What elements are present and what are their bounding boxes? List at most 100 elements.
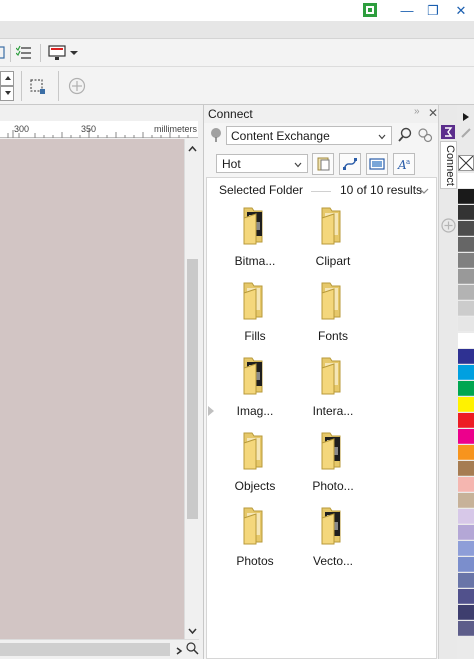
- zoom-icon[interactable]: [186, 642, 199, 656]
- color-swatch[interactable]: [458, 301, 474, 316]
- folder-label: Fonts: [317, 329, 348, 343]
- no-color-swatch[interactable]: [458, 155, 474, 171]
- color-swatch[interactable]: [458, 477, 474, 492]
- color-swatch[interactable]: [458, 589, 474, 604]
- folder-item[interactable]: Vecto...: [293, 506, 373, 576]
- image-filter-button[interactable]: [366, 153, 388, 175]
- tab-connect[interactable]: Connect: [440, 141, 457, 189]
- spin-down-button[interactable]: [0, 86, 14, 101]
- color-swatch[interactable]: [458, 525, 474, 540]
- folder-item[interactable]: Photo...: [293, 431, 373, 501]
- color-swatch[interactable]: [458, 621, 474, 636]
- color-swatch[interactable]: [458, 349, 474, 364]
- document-tab-area: [0, 105, 203, 121]
- docker-title: Connect: [208, 107, 253, 121]
- color-swatch[interactable]: [458, 221, 474, 236]
- color-swatch[interactable]: [458, 493, 474, 508]
- color-swatch[interactable]: [458, 189, 474, 204]
- color-swatch[interactable]: [458, 397, 474, 412]
- vector-filter-button[interactable]: [339, 153, 361, 175]
- horizontal-scrollbar[interactable]: [0, 639, 199, 659]
- scroll-up-icon[interactable]: [187, 143, 198, 153]
- folder-item[interactable]: Bitma...: [215, 206, 295, 276]
- folder-item[interactable]: Clipart: [293, 206, 373, 276]
- color-swatch[interactable]: [458, 285, 474, 300]
- docker-expand-icon[interactable]: »: [414, 106, 420, 117]
- color-swatch[interactable]: [458, 605, 474, 620]
- folder-label: Photo...: [312, 479, 354, 493]
- scroll-down-icon[interactable]: [187, 625, 198, 635]
- connect-docker: Connect ✕ » Content Exchange Hot Aa Sele…: [203, 105, 439, 659]
- add-icon[interactable]: [68, 77, 86, 95]
- color-swatch[interactable]: [458, 413, 474, 428]
- folder-item[interactable]: Fills: [215, 281, 295, 351]
- svg-text:a: a: [406, 158, 410, 166]
- font-icon: Aa: [397, 158, 410, 172]
- color-swatch[interactable]: [458, 509, 474, 524]
- launch-screen-icon[interactable]: [47, 44, 67, 62]
- color-swatch[interactable]: [458, 333, 474, 348]
- filter-dropdown[interactable]: Hot: [216, 154, 308, 173]
- color-swatch[interactable]: [458, 541, 474, 556]
- tray-button[interactable]: [312, 153, 334, 175]
- folder-item[interactable]: Objects: [215, 431, 295, 501]
- ruler-unit-label: millimeters: [154, 124, 198, 134]
- color-swatch[interactable]: [458, 461, 474, 476]
- color-swatch[interactable]: [458, 205, 474, 220]
- search-icon[interactable]: [397, 127, 413, 143]
- color-swatch[interactable]: [458, 429, 474, 444]
- folder-item[interactable]: Photos: [215, 506, 295, 576]
- folder-label: Objects: [234, 479, 276, 493]
- connect-tab-icon[interactable]: [441, 125, 455, 139]
- folder-item[interactable]: Fonts: [293, 281, 373, 351]
- color-palette: [457, 105, 474, 659]
- color-swatch[interactable]: [458, 237, 474, 252]
- palette-scroll-up-icon[interactable]: [461, 111, 471, 121]
- location-pin-icon: [210, 127, 224, 143]
- folder-with-image-icon: [316, 431, 350, 474]
- folder-icon: [238, 431, 272, 474]
- add-tab-icon[interactable]: [441, 218, 456, 233]
- options-list-icon[interactable]: [15, 44, 33, 62]
- folder-label: Intera...: [312, 404, 354, 418]
- scrollbar-thumb[interactable]: [187, 259, 198, 519]
- font-filter-button[interactable]: Aa: [393, 153, 415, 175]
- color-swatch[interactable]: [458, 573, 474, 588]
- folder-icon: [316, 356, 350, 399]
- results-chevron-icon[interactable]: [419, 184, 429, 198]
- vertical-scrollbar[interactable]: [184, 139, 199, 639]
- transform-icon[interactable]: [28, 76, 48, 96]
- collapse-arrow-icon[interactable]: [208, 405, 214, 416]
- eyedropper-icon[interactable]: [460, 127, 472, 139]
- settings-icon[interactable]: [417, 127, 433, 143]
- drawing-canvas[interactable]: [0, 139, 184, 639]
- close-button[interactable]: ✕: [446, 0, 474, 21]
- folder-label: Clipart: [315, 254, 351, 268]
- chevron-down-icon[interactable]: [69, 48, 79, 58]
- color-swatch[interactable]: [458, 445, 474, 460]
- color-swatch[interactable]: [458, 381, 474, 396]
- color-swatch[interactable]: [458, 317, 474, 332]
- docker-close-icon[interactable]: ✕: [428, 106, 438, 120]
- scroll-right-icon[interactable]: [174, 645, 184, 655]
- chevron-down-icon: [294, 158, 302, 172]
- restore-button[interactable]: ❐: [418, 0, 448, 21]
- folder-item[interactable]: Imag...: [215, 356, 295, 426]
- folder-label: Photos: [236, 554, 274, 568]
- tab-connect-label: Connect: [444, 145, 456, 186]
- property-bar: [0, 67, 474, 105]
- folder-label: Bitma...: [234, 254, 276, 268]
- color-swatch[interactable]: [458, 557, 474, 572]
- filter-dropdown-value: Hot: [222, 156, 241, 171]
- color-swatch[interactable]: [458, 253, 474, 268]
- source-dropdown[interactable]: Content Exchange: [226, 126, 392, 145]
- color-swatch[interactable]: [458, 365, 474, 380]
- chevron-down-icon: [378, 130, 386, 144]
- color-swatch[interactable]: [458, 269, 474, 284]
- scrollbar-thumb[interactable]: [0, 643, 170, 656]
- folder-item[interactable]: Intera...: [293, 356, 373, 426]
- view-icon[interactable]: [0, 45, 6, 61]
- spin-up-button[interactable]: [0, 71, 14, 86]
- color-swatch[interactable]: [458, 173, 474, 188]
- toolbar-divider: [21, 71, 22, 101]
